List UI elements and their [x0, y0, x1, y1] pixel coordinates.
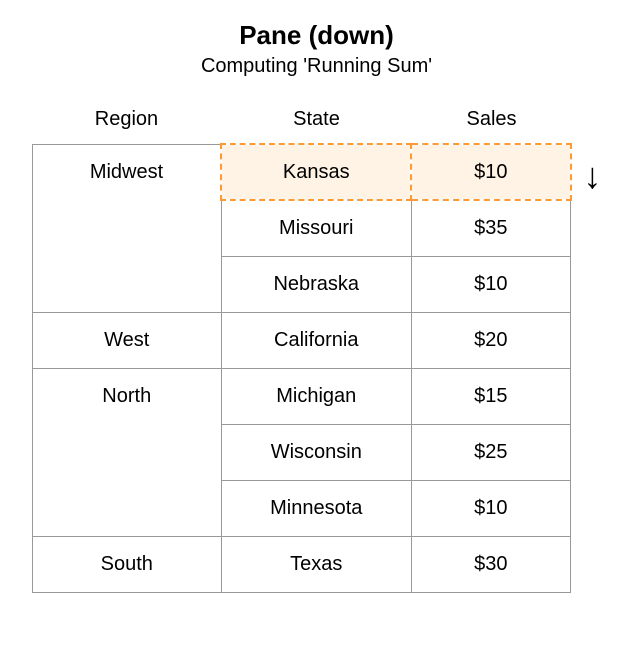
sales-cell: $15 [411, 368, 570, 424]
state-cell: Michigan [221, 368, 411, 424]
column-header-sales: Sales [412, 108, 572, 131]
state-cell: Nebraska [221, 256, 411, 312]
region-cell: Midwest [32, 144, 221, 312]
sales-cell: $20 [411, 312, 570, 368]
page-title: Pane (down) [30, 20, 603, 51]
data-table: Region State Sales MidwestKansas$10Misso… [32, 108, 572, 593]
table-row: NorthMichigan$15 [32, 368, 571, 424]
table-body: MidwestKansas$10Missouri$35Nebraska$10We… [32, 143, 572, 593]
state-cell: California [221, 312, 411, 368]
table-row: SouthTexas$30 [32, 536, 571, 592]
sales-cell: $10 [411, 144, 570, 200]
table-row: MidwestKansas$10 [32, 144, 571, 200]
column-header-state: State [222, 108, 412, 131]
page-subtitle: Computing 'Running Sum' [30, 55, 603, 78]
column-header-region: Region [32, 108, 222, 131]
sales-cell: $30 [411, 536, 570, 592]
state-cell: Texas [221, 536, 411, 592]
sales-cell: $10 [411, 256, 570, 312]
state-cell: Wisconsin [221, 424, 411, 480]
table-row: WestCalifornia$20 [32, 312, 571, 368]
down-arrow-icon: ↓ [584, 158, 602, 194]
state-cell: Kansas [221, 144, 411, 200]
sales-cell: $10 [411, 480, 570, 536]
table-headers: Region State Sales [32, 108, 572, 131]
sales-cell: $25 [411, 424, 570, 480]
region-cell: West [32, 312, 221, 368]
sales-cell: $35 [411, 200, 570, 256]
region-cell: North [32, 368, 221, 536]
region-cell: South [32, 536, 221, 592]
state-cell: Minnesota [221, 480, 411, 536]
state-cell: Missouri [221, 200, 411, 256]
